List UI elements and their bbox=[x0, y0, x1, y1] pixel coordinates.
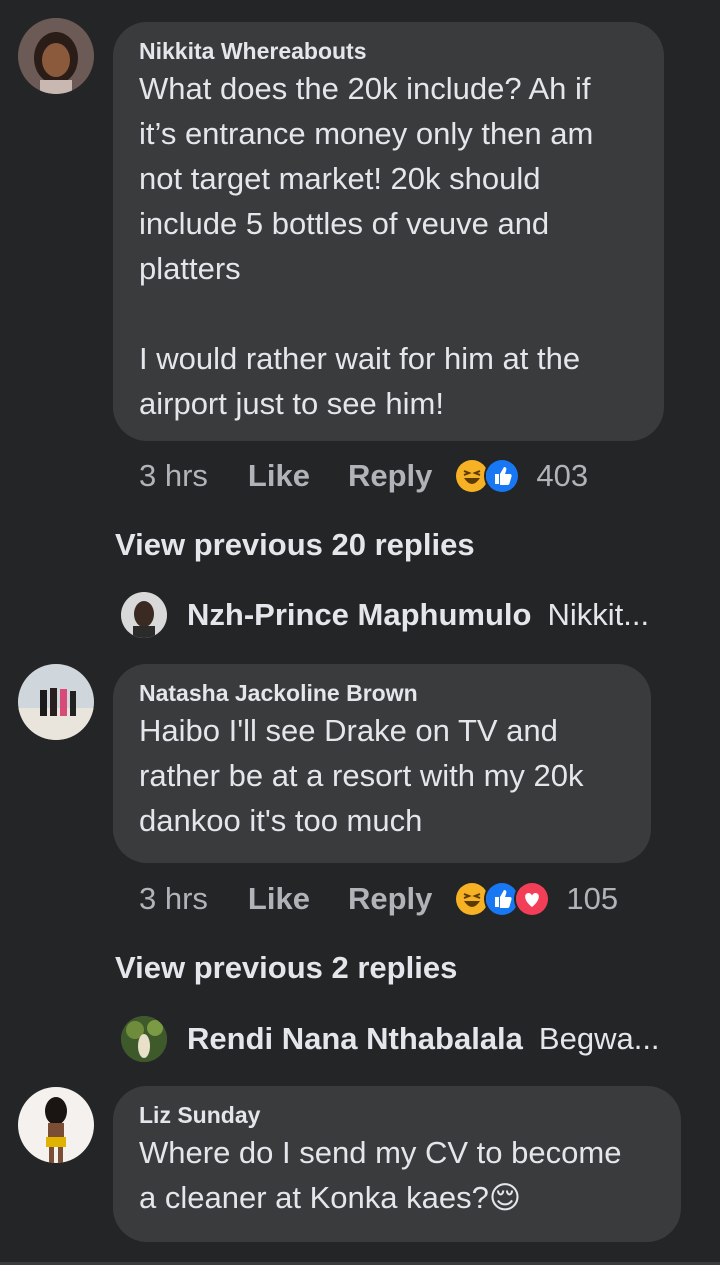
comment-bubble[interactable]: Natasha Jackoline Brown Haibo I'll see D… bbox=[113, 664, 651, 863]
avatar[interactable] bbox=[18, 1087, 94, 1163]
avatar bbox=[121, 592, 167, 638]
reaction-count[interactable]: 105 bbox=[566, 881, 618, 917]
reactions-summary[interactable] bbox=[454, 881, 551, 917]
reactions-summary[interactable] bbox=[454, 458, 521, 494]
reply-button[interactable]: Reply bbox=[348, 458, 432, 494]
reply-preview-snippet: Begwa... bbox=[538, 1021, 660, 1056]
reply-preview[interactable]: Nzh-Prince Maphumulo Nikkit... bbox=[121, 592, 649, 638]
comment-text: Haibo I'll see Drake on TV and rather be… bbox=[139, 713, 584, 838]
like-icon bbox=[484, 458, 521, 494]
comments-screen: Nikkita Whereabouts What does the 20k in… bbox=[0, 0, 720, 1265]
comment-time[interactable]: 3 hrs bbox=[139, 881, 208, 917]
view-previous-replies[interactable]: View previous 20 replies bbox=[115, 525, 475, 565]
like-button[interactable]: Like bbox=[248, 458, 310, 494]
reply-preview[interactable]: Rendi Nana Nthabalala Begwa... bbox=[121, 1016, 660, 1062]
reply-preview-author: Rendi Nana Nthabalala bbox=[187, 1021, 523, 1056]
comment-author[interactable]: Nikkita Whereabouts bbox=[139, 36, 638, 66]
comment-actions: 3 hrs Like Reply 105 bbox=[139, 879, 618, 919]
reaction-count[interactable]: 403 bbox=[536, 458, 588, 494]
comment-author[interactable]: Natasha Jackoline Brown bbox=[139, 678, 625, 708]
view-previous-replies[interactable]: View previous 2 replies bbox=[115, 948, 457, 988]
love-icon bbox=[514, 881, 551, 917]
comment-bubble[interactable]: Liz Sunday Where do I send my CV to beco… bbox=[113, 1086, 681, 1242]
comment-text: What does the 20k include? Ah if it’s en… bbox=[139, 71, 594, 421]
like-button[interactable]: Like bbox=[248, 881, 310, 917]
comment-time[interactable]: 3 hrs bbox=[139, 458, 208, 494]
reply-preview-author: Nzh-Prince Maphumulo bbox=[187, 597, 532, 632]
comment-actions: 3 hrs Like Reply 403 bbox=[139, 456, 588, 496]
avatar[interactable] bbox=[18, 18, 94, 94]
reply-button[interactable]: Reply bbox=[348, 881, 432, 917]
avatar bbox=[121, 1016, 167, 1062]
comment-bubble[interactable]: Nikkita Whereabouts What does the 20k in… bbox=[113, 22, 664, 441]
comment-text: Where do I send my CV to become a cleane… bbox=[139, 1135, 622, 1215]
comment-author[interactable]: Liz Sunday bbox=[139, 1100, 655, 1130]
reply-preview-snippet: Nikkit... bbox=[547, 597, 650, 632]
avatar[interactable] bbox=[18, 664, 94, 740]
